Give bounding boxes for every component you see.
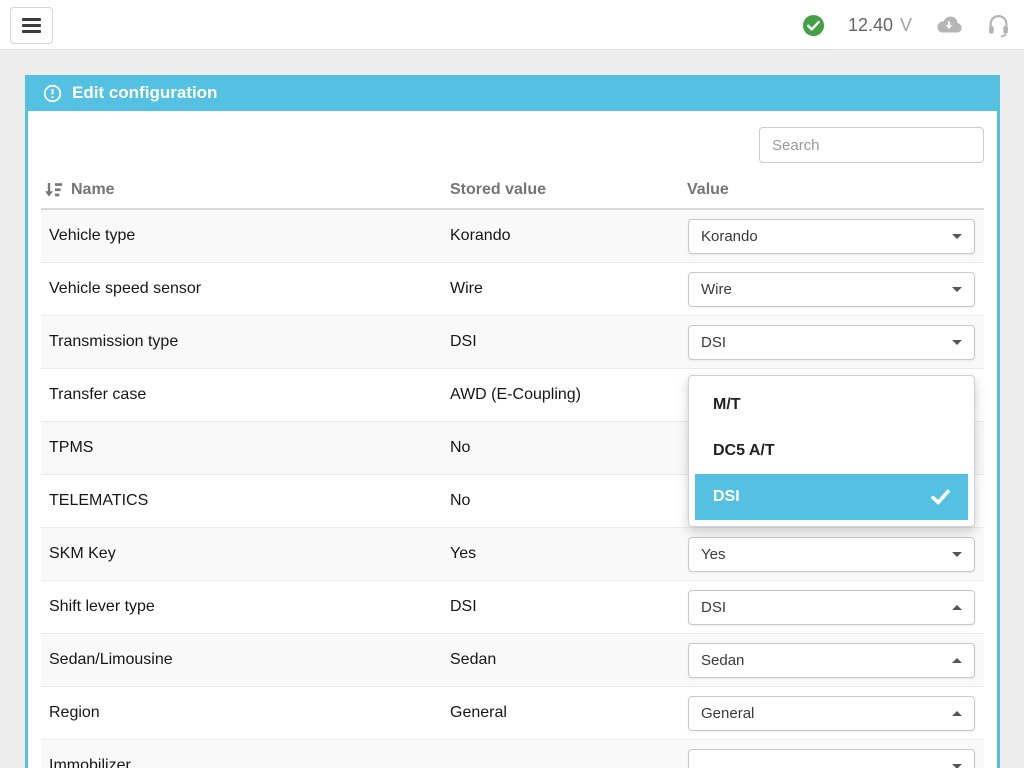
stored-value: DSI xyxy=(442,333,679,351)
hamburger-icon xyxy=(22,18,41,21)
select-value: Korando xyxy=(701,228,758,245)
headset-icon[interactable] xyxy=(986,13,1011,38)
chevron-up-icon xyxy=(952,605,962,610)
panel-body: Name Stored value Value Vehicle type Kor… xyxy=(28,111,997,768)
chevron-down-icon xyxy=(952,340,962,345)
dropdown-option-selected[interactable]: DSI xyxy=(695,474,968,520)
value-select[interactable]: Korando xyxy=(688,219,975,254)
select-value: General xyxy=(701,705,754,722)
chevron-up-icon xyxy=(952,711,962,716)
config-name: Region xyxy=(41,704,442,722)
dropdown-menu: M/T DC5 A/T DSI xyxy=(688,375,975,527)
column-header-value[interactable]: Value xyxy=(679,181,984,199)
value-select[interactable]: General xyxy=(688,696,975,731)
battery-voltage: 12.40 V xyxy=(848,15,912,36)
config-name: Transfer case xyxy=(41,386,442,404)
chevron-up-icon xyxy=(952,658,962,663)
chevron-down-icon xyxy=(952,764,962,768)
config-name: Sedan/Limousine xyxy=(41,651,442,669)
chevron-down-icon xyxy=(952,287,962,292)
config-name: TELEMATICS xyxy=(41,492,442,510)
table-row: Vehicle speed sensor Wire Wire xyxy=(41,263,984,316)
select-value: DSI xyxy=(701,334,726,351)
value-select[interactable]: DSI xyxy=(688,590,975,625)
select-value: Sedan xyxy=(701,652,744,669)
column-header-name[interactable]: Name xyxy=(41,181,442,199)
stored-value: AWD (E-Coupling) xyxy=(442,386,679,404)
config-name: Vehicle speed sensor xyxy=(41,280,442,298)
edit-configuration-panel: Edit configuration Name xyxy=(25,75,1000,768)
check-icon xyxy=(931,489,950,505)
stored-value: General xyxy=(442,704,679,722)
hamburger-menu-button[interactable] xyxy=(10,7,53,44)
top-bar: 12.40 V xyxy=(0,0,1024,50)
config-name: TPMS xyxy=(41,439,442,457)
select-value: Wire xyxy=(701,281,732,298)
stored-value: Yes xyxy=(442,545,679,563)
chevron-down-icon xyxy=(952,234,962,239)
table-header-row: Name Stored value Value xyxy=(41,172,984,210)
config-name: SKM Key xyxy=(41,545,442,563)
table-row: Immobilizer xyxy=(41,740,984,768)
stored-value: No xyxy=(442,492,679,510)
value-select[interactable] xyxy=(688,749,975,768)
cloud-download-icon[interactable] xyxy=(935,15,963,36)
topbar-status-group: 12.40 V xyxy=(802,0,1011,50)
table-row: Transmission type DSI DSI M/T DC5 A/T DS… xyxy=(41,316,984,369)
table-row: Vehicle type Korando Korando xyxy=(41,210,984,263)
column-header-stored-value[interactable]: Stored value xyxy=(442,181,679,199)
table-row: Sedan/Limousine Sedan Sedan xyxy=(41,634,984,687)
dropdown-option[interactable]: M/T xyxy=(695,382,968,428)
table-row: Shift lever type DSI DSI xyxy=(41,581,984,634)
check-circle-icon xyxy=(802,14,825,37)
table-row: Region General General xyxy=(41,687,984,740)
config-name: Immobilizer xyxy=(41,757,442,768)
dropdown-option[interactable]: DC5 A/T xyxy=(695,428,968,474)
stored-value: No xyxy=(442,439,679,457)
config-name: Vehicle type xyxy=(41,227,442,245)
config-name: Shift lever type xyxy=(41,598,442,616)
value-select-open[interactable]: DSI xyxy=(688,325,975,360)
value-select[interactable]: Yes xyxy=(688,537,975,572)
value-select[interactable]: Sedan xyxy=(688,643,975,678)
config-name: Transmission type xyxy=(41,333,442,351)
stored-value: Sedan xyxy=(442,651,679,669)
page-title: Edit configuration xyxy=(72,83,217,103)
select-value: DSI xyxy=(701,599,726,616)
voltage-unit: V xyxy=(900,15,912,36)
search-row xyxy=(41,127,984,163)
table-row: SKM Key Yes Yes xyxy=(41,528,984,581)
panel-heading: Edit configuration xyxy=(28,75,997,111)
value-select[interactable]: Wire xyxy=(688,272,975,307)
voltage-value: 12.40 xyxy=(848,15,893,36)
sort-amount-down-icon[interactable] xyxy=(44,182,63,199)
stored-value: DSI xyxy=(442,598,679,616)
info-circle-icon xyxy=(43,84,62,103)
stored-value: Wire xyxy=(442,280,679,298)
stored-value: Korando xyxy=(442,227,679,245)
search-input[interactable] xyxy=(759,127,984,163)
select-value: Yes xyxy=(701,546,725,563)
chevron-down-icon xyxy=(952,552,962,557)
